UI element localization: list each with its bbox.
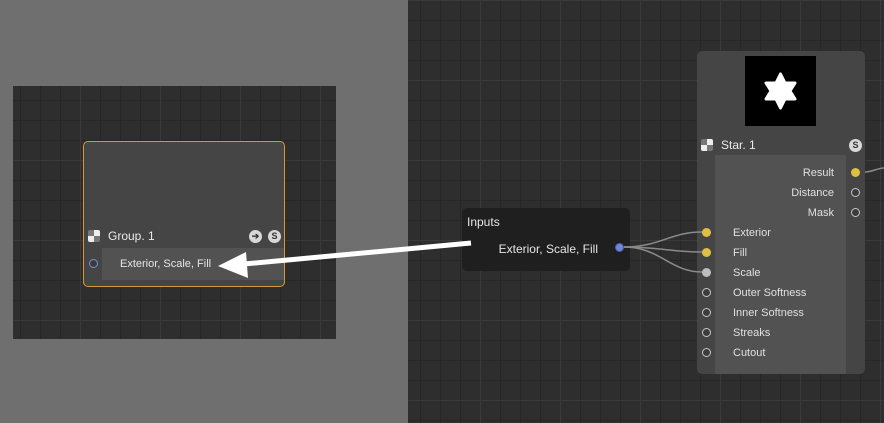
- arrow-right-icon[interactable]: ➔: [249, 229, 262, 243]
- group-port-label: Exterior, Scale, Fill: [120, 258, 212, 270]
- checker-icon: [88, 230, 100, 242]
- input-port-exterior[interactable]: [702, 228, 711, 237]
- star-shape-icon: [764, 72, 797, 110]
- star-node-title: Star. 1: [721, 138, 756, 152]
- s-icon[interactable]: S: [268, 229, 281, 243]
- input-label-streaks: Streaks: [733, 327, 771, 339]
- input-port-inner-softness[interactable]: [702, 308, 711, 317]
- inputs-node[interactable]: Inputs Exterior, Scale, Fill: [462, 208, 630, 271]
- input-label-fill: Fill: [733, 247, 748, 259]
- output-label-mask: Mask: [807, 207, 834, 219]
- input-label-exterior: Exterior: [733, 227, 771, 239]
- star-node-header[interactable]: Star. 1 S: [697, 135, 865, 155]
- star-thumbnail: [745, 56, 816, 126]
- output-port-mask[interactable]: [851, 208, 860, 217]
- input-label-scale: Scale: [733, 267, 761, 279]
- checker-icon: [701, 139, 713, 151]
- output-label-result: Result: [802, 167, 834, 179]
- output-port-distance[interactable]: [851, 188, 860, 197]
- group-node-header[interactable]: Group. 1 ➔ S: [84, 226, 284, 246]
- input-port-outer-softness[interactable]: [702, 288, 711, 297]
- input-label-outer-softness: Outer Softness: [733, 287, 807, 299]
- input-port-cutout[interactable]: [702, 348, 711, 357]
- input-port-scale[interactable]: [702, 268, 711, 277]
- input-label-inner-softness: Inner Softness: [733, 307, 804, 319]
- group-port-row: Exterior, Scale, Fill: [84, 248, 284, 280]
- input-port-streaks[interactable]: [702, 328, 711, 337]
- inputs-node-title: Inputs: [467, 215, 500, 229]
- group-input-port[interactable]: [89, 259, 98, 268]
- output-label-distance: Distance: [791, 187, 834, 199]
- group-node-title: Group. 1: [108, 229, 155, 243]
- inputs-port-label: Exterior, Scale, Fill: [498, 242, 598, 256]
- inputs-output-port[interactable]: [615, 243, 624, 252]
- output-port-result[interactable]: [851, 168, 860, 177]
- star-node[interactable]: Star. 1 S Result Distance Mask Exterior …: [697, 51, 865, 374]
- input-label-cutout: Cutout: [733, 347, 766, 359]
- group-node[interactable]: Group. 1 ➔ S Exterior, Scale, Fill: [83, 141, 285, 287]
- input-port-fill[interactable]: [702, 248, 711, 257]
- s-icon[interactable]: S: [849, 138, 862, 152]
